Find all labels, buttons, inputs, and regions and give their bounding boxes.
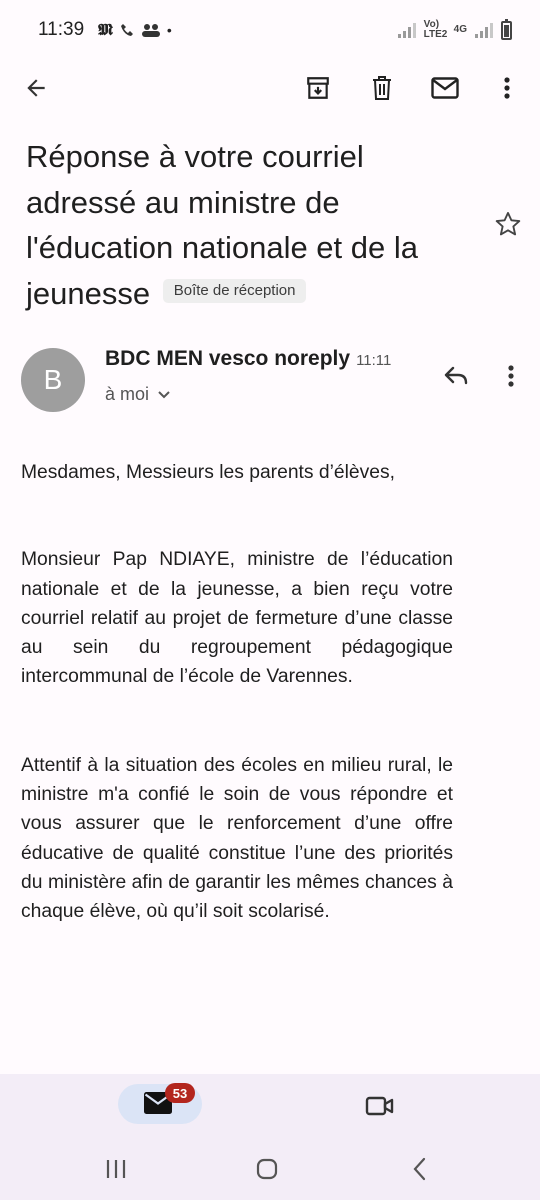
signal-icon <box>397 22 416 38</box>
video-icon[interactable] <box>362 1088 398 1124</box>
status-dot: • <box>166 22 172 38</box>
label-chip-inbox[interactable]: Boîte de réception <box>162 279 307 304</box>
people-icon <box>141 22 161 38</box>
email-body: Mesdames, Messieurs les parents d’élèves… <box>21 458 453 927</box>
sender-name: BDC MEN vesco noreply <box>105 347 351 370</box>
signal-icon <box>475 22 493 38</box>
network-label-sim2: 4G <box>453 24 467 35</box>
sender-row: BDC MEN vesco noreply 11:11 <box>105 347 391 371</box>
unread-badge: 53 <box>165 1083 195 1103</box>
trash-icon[interactable] <box>362 68 402 108</box>
body-paragraph: Monsieur Pap NDIAYE, ministre de l’éduca… <box>21 549 453 688</box>
network-label-sim1: Vo) LTE2 <box>423 19 448 40</box>
phone-icon <box>119 22 135 38</box>
recipient-toggle[interactable]: à moi <box>105 384 171 405</box>
recipient-label: à moi <box>105 384 150 404</box>
home-icon[interactable] <box>252 1154 282 1184</box>
system-nav-bar <box>0 1136 540 1200</box>
status-time: 11:39 <box>38 19 85 40</box>
m-app-icon: 𝕸 <box>98 20 113 39</box>
bottom-nav: 53 <box>0 1074 540 1136</box>
body-paragraph: Mesdames, Messieurs les parents d’élèves… <box>21 462 395 483</box>
email-time: 11:11 <box>356 352 392 369</box>
email-subject: Réponse à votre courriel adressé au mini… <box>26 134 466 316</box>
back-arrow-icon[interactable] <box>16 68 56 108</box>
battery-icon <box>501 18 512 40</box>
status-right: Vo) LTE2 4G <box>397 18 512 40</box>
status-bar: 11:39 𝕸 • Vo) LTE2 4G <box>0 0 540 60</box>
back-nav-icon[interactable] <box>405 1154 435 1184</box>
recent-apps-icon[interactable] <box>101 1154 131 1184</box>
archive-icon[interactable] <box>298 68 338 108</box>
email-toolbar <box>0 60 540 110</box>
message-more-icon[interactable] <box>494 358 528 394</box>
avatar[interactable]: B <box>21 348 85 412</box>
reply-icon[interactable] <box>438 358 474 394</box>
body-paragraph: Attentif à la situation des écoles en mi… <box>21 754 453 923</box>
chevron-down-icon <box>157 384 171 405</box>
more-vert-icon[interactable] <box>487 68 527 108</box>
star-icon[interactable] <box>494 210 524 240</box>
mail-icon[interactable] <box>425 68 465 108</box>
